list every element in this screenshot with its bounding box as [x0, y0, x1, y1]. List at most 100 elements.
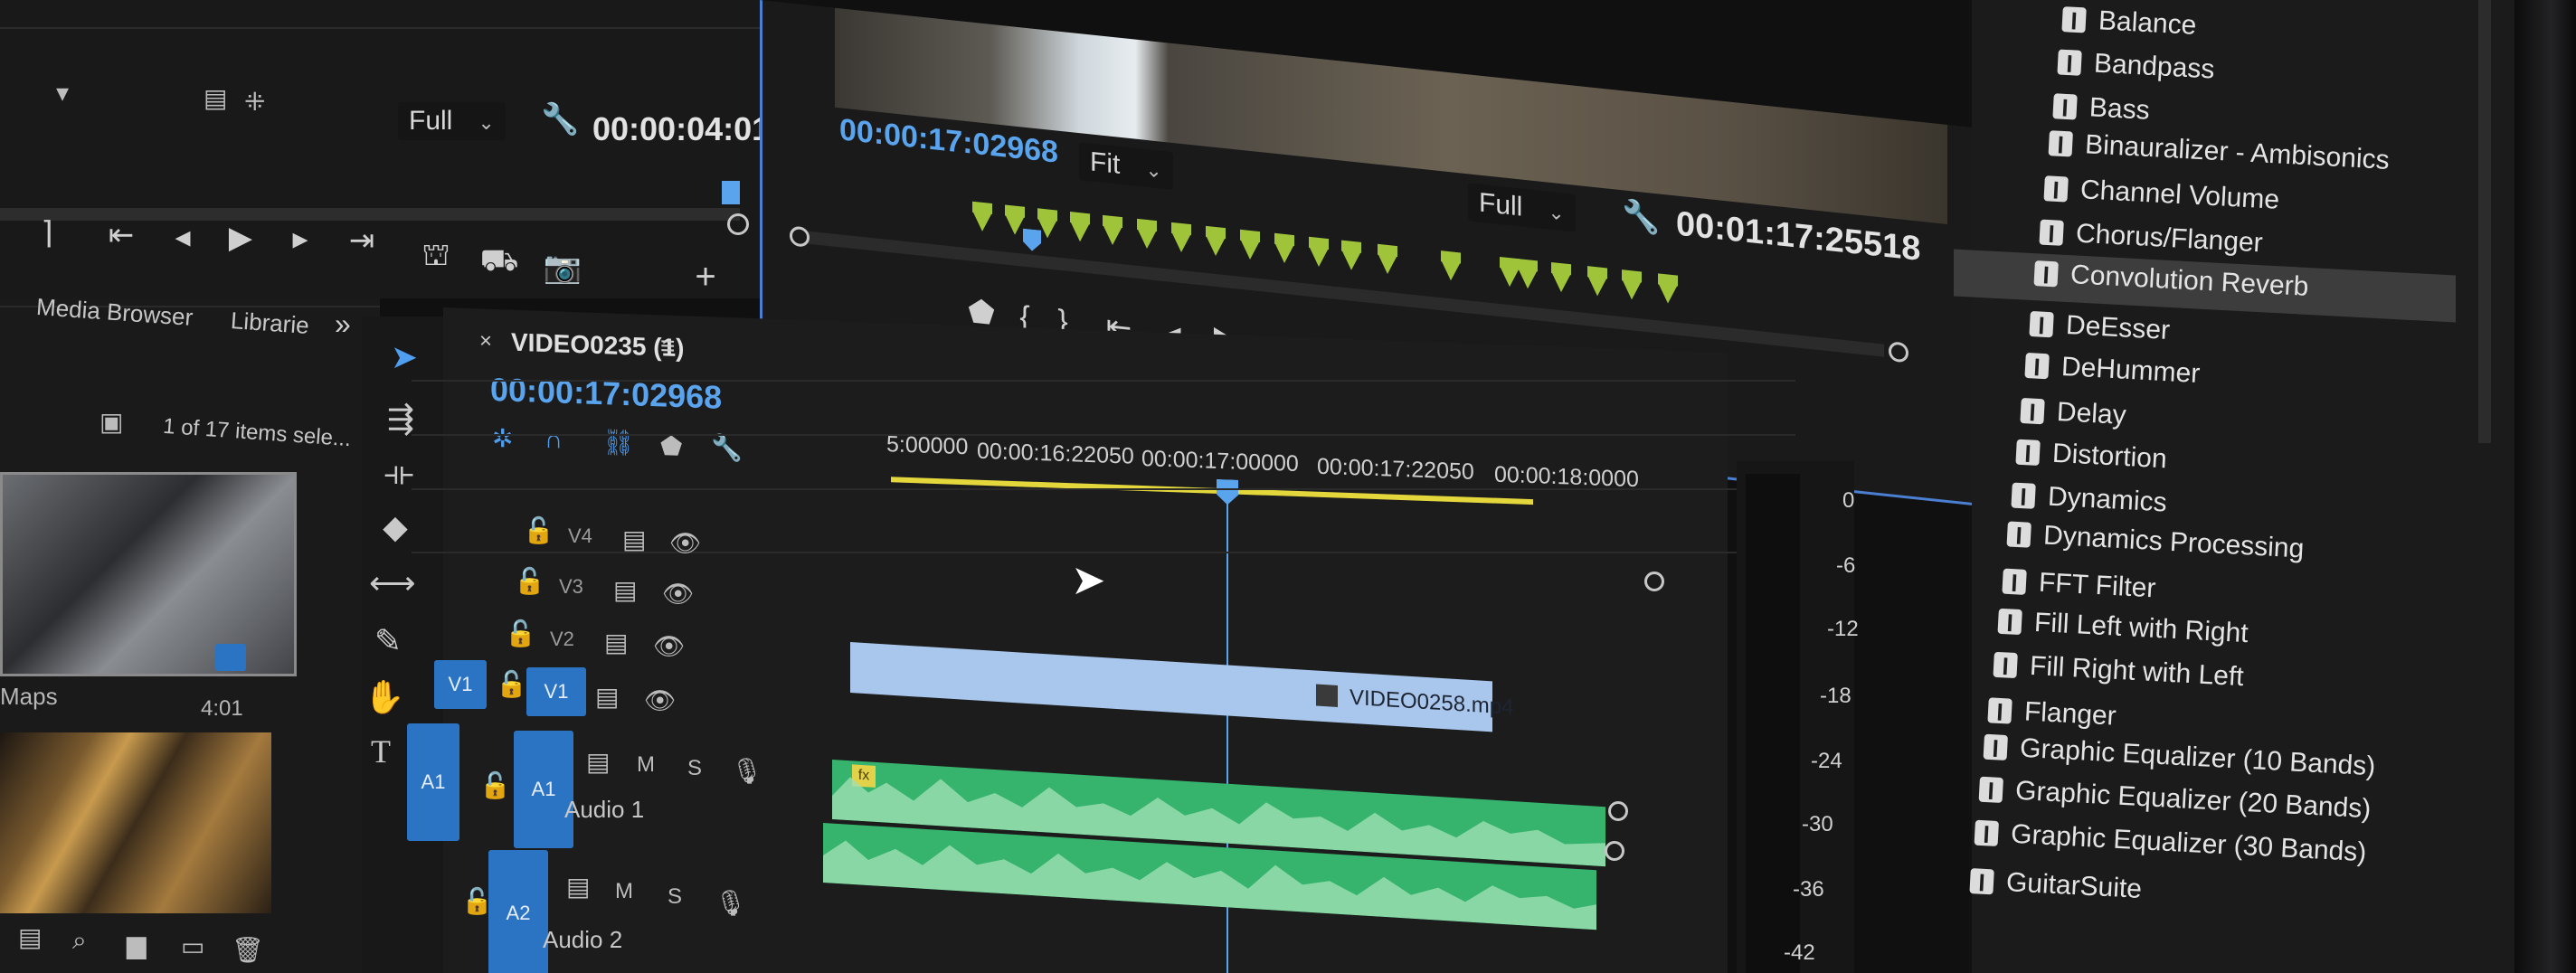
clip-marker[interactable] — [1137, 227, 1157, 250]
plus-icon[interactable]: + — [686, 259, 725, 295]
timeline-scroll-handle[interactable] — [1605, 841, 1624, 861]
small-marker-icon[interactable]: ▾ — [56, 78, 69, 108]
clip-marker[interactable] — [1309, 245, 1329, 269]
source-patch-a1[interactable]: A1 — [407, 723, 459, 841]
track-target-v1[interactable]: V1 — [526, 667, 586, 716]
film-icon[interactable]: ▤ — [622, 524, 646, 554]
sequence-tab[interactable]: VIDEO0235 (1) — [511, 328, 684, 364]
pen-tool-icon[interactable]: ✎ — [365, 622, 411, 660]
program-quality-dropdown[interactable]: Full ⌄ — [1468, 183, 1576, 232]
solo-button-a2[interactable]: S — [668, 884, 682, 910]
go-to-in-icon[interactable]: ⇤ — [101, 217, 141, 253]
clip-marker[interactable] — [1005, 213, 1025, 236]
insert-icon[interactable]: ⛫ — [416, 237, 456, 273]
list-view-icon[interactable]: ▤ — [18, 922, 42, 952]
clip-thumbnail[interactable] — [0, 472, 297, 676]
timeline-scroll-handle[interactable] — [1608, 801, 1628, 821]
ripple-edit-icon[interactable]: ⟛ — [376, 454, 421, 493]
film-icon[interactable]: ▤ — [595, 682, 619, 712]
clip-marker[interactable] — [1274, 241, 1294, 265]
split-icon[interactable]: ⁜ — [244, 87, 265, 117]
clip-marker[interactable] — [1070, 221, 1090, 243]
clip-marker[interactable] — [1206, 234, 1226, 258]
eye-icon[interactable]: 👁 — [669, 528, 702, 558]
hand-tool-icon[interactable]: ✋ — [362, 678, 407, 716]
effects-scrollbar[interactable] — [2478, 0, 2491, 443]
lock-icon[interactable]: 🔓 — [514, 566, 545, 596]
wrench-icon[interactable]: 🔧 — [541, 101, 579, 137]
track-target-a2[interactable]: A2 — [488, 850, 548, 973]
program-playhead[interactable] — [1023, 229, 1041, 252]
clip-marker[interactable] — [1240, 238, 1260, 261]
clip-marker[interactable] — [1500, 265, 1520, 288]
film-icon[interactable]: ▤ — [566, 872, 590, 902]
wrench-icon[interactable]: 🔧 — [1622, 197, 1660, 237]
film-icon[interactable]: ▤ — [604, 628, 628, 657]
effect-item[interactable]: ❙ Delay — [2020, 394, 2127, 430]
program-zoom-dropdown[interactable]: Fit ⌄ — [1079, 142, 1173, 191]
linked-selection-icon[interactable]: ⛓ — [602, 427, 635, 458]
clip-marker[interactable] — [1378, 252, 1397, 276]
clip-marker[interactable] — [1551, 270, 1571, 294]
source-patch-v1[interactable]: V1 — [434, 660, 487, 709]
snap-icon[interactable]: ∩ — [545, 425, 563, 455]
clip-thumbnail-2[interactable] — [0, 732, 271, 913]
sequence-icon[interactable]: ▤ — [204, 83, 227, 113]
clip-marker[interactable] — [1658, 282, 1678, 305]
clip-marker[interactable] — [1341, 249, 1361, 271]
film-icon[interactable]: ▤ — [586, 747, 610, 777]
lock-icon[interactable]: 🔓 — [505, 619, 536, 648]
eye-icon[interactable]: 👁 — [653, 631, 686, 661]
clip-marker[interactable] — [1171, 231, 1191, 254]
clip-marker[interactable] — [1587, 275, 1607, 298]
slip-tool-icon[interactable]: ⟷ — [369, 564, 416, 602]
panel-menu-icon[interactable]: ≡ — [660, 331, 675, 361]
scroll-handle-right[interactable] — [1889, 341, 1908, 364]
type-tool-icon[interactable]: T — [358, 732, 403, 770]
solo-button-a1[interactable]: S — [687, 756, 702, 781]
clip-marker[interactable] — [1622, 279, 1642, 301]
mute-button-a2[interactable]: M — [615, 879, 633, 904]
mute-button-a1[interactable]: M — [637, 752, 655, 778]
microphone-icon[interactable]: 🎙 — [715, 888, 747, 918]
camera-icon[interactable]: 📷 — [543, 250, 582, 286]
step-back-icon[interactable]: ◂ — [163, 219, 203, 255]
razor-tool-icon[interactable]: ◆ — [373, 508, 418, 546]
eye-icon[interactable]: 👁 — [662, 579, 695, 609]
lock-icon[interactable]: 🔓 — [479, 770, 511, 800]
effect-item[interactable]: ❙ Bass — [2052, 90, 2150, 127]
close-icon[interactable]: × — [479, 328, 492, 354]
film-icon[interactable]: ▤ — [613, 575, 637, 605]
source-scroll-handle[interactable] — [727, 213, 749, 235]
more-tabs-button[interactable]: » — [335, 307, 351, 341]
search-icon[interactable]: ⌕ — [72, 926, 87, 956]
folder-icon[interactable]: ▣ — [99, 407, 123, 437]
track-select-icon[interactable]: ⇶ — [378, 400, 423, 438]
go-to-out-icon[interactable]: ⇥ — [342, 222, 382, 259]
new-item-icon[interactable]: ▭ — [181, 931, 204, 961]
clip-marker[interactable] — [1441, 260, 1461, 282]
source-quality-dropdown[interactable]: Full ⌄ — [398, 102, 506, 140]
selection-tool-icon[interactable]: ➤ — [382, 338, 427, 376]
timeline-scroll-handle[interactable] — [1644, 572, 1664, 591]
clip-marker[interactable] — [1518, 268, 1538, 290]
play-icon[interactable]: ▶ — [221, 220, 260, 256]
tab-media-browser[interactable]: Media Browser — [35, 293, 194, 332]
settings-icon[interactable]: 🔧 — [711, 432, 743, 463]
mark-out-icon[interactable]: ⌉ — [27, 215, 67, 251]
scroll-handle-left[interactable] — [790, 225, 810, 248]
overwrite-icon[interactable]: ⛟ — [479, 242, 519, 279]
lock-icon[interactable]: 🔓 — [496, 669, 527, 699]
trash-icon[interactable]: 🗑 — [232, 935, 264, 965]
clip-marker[interactable] — [972, 210, 992, 233]
eye-icon[interactable]: 👁 — [644, 685, 677, 715]
lock-icon[interactable]: 🔓 — [523, 515, 554, 545]
step-forward-icon[interactable]: ▸ — [280, 221, 320, 257]
track-target-a1[interactable]: A1 — [514, 731, 573, 848]
new-bin-icon[interactable]: ▆ — [127, 930, 147, 959]
clip-marker[interactable] — [1103, 223, 1122, 247]
nest-icon[interactable]: ✲ — [492, 423, 513, 454]
microphone-icon[interactable]: 🎙 — [731, 756, 763, 786]
source-playhead[interactable] — [722, 181, 740, 204]
tab-libraries[interactable]: Librarie — [230, 307, 310, 340]
